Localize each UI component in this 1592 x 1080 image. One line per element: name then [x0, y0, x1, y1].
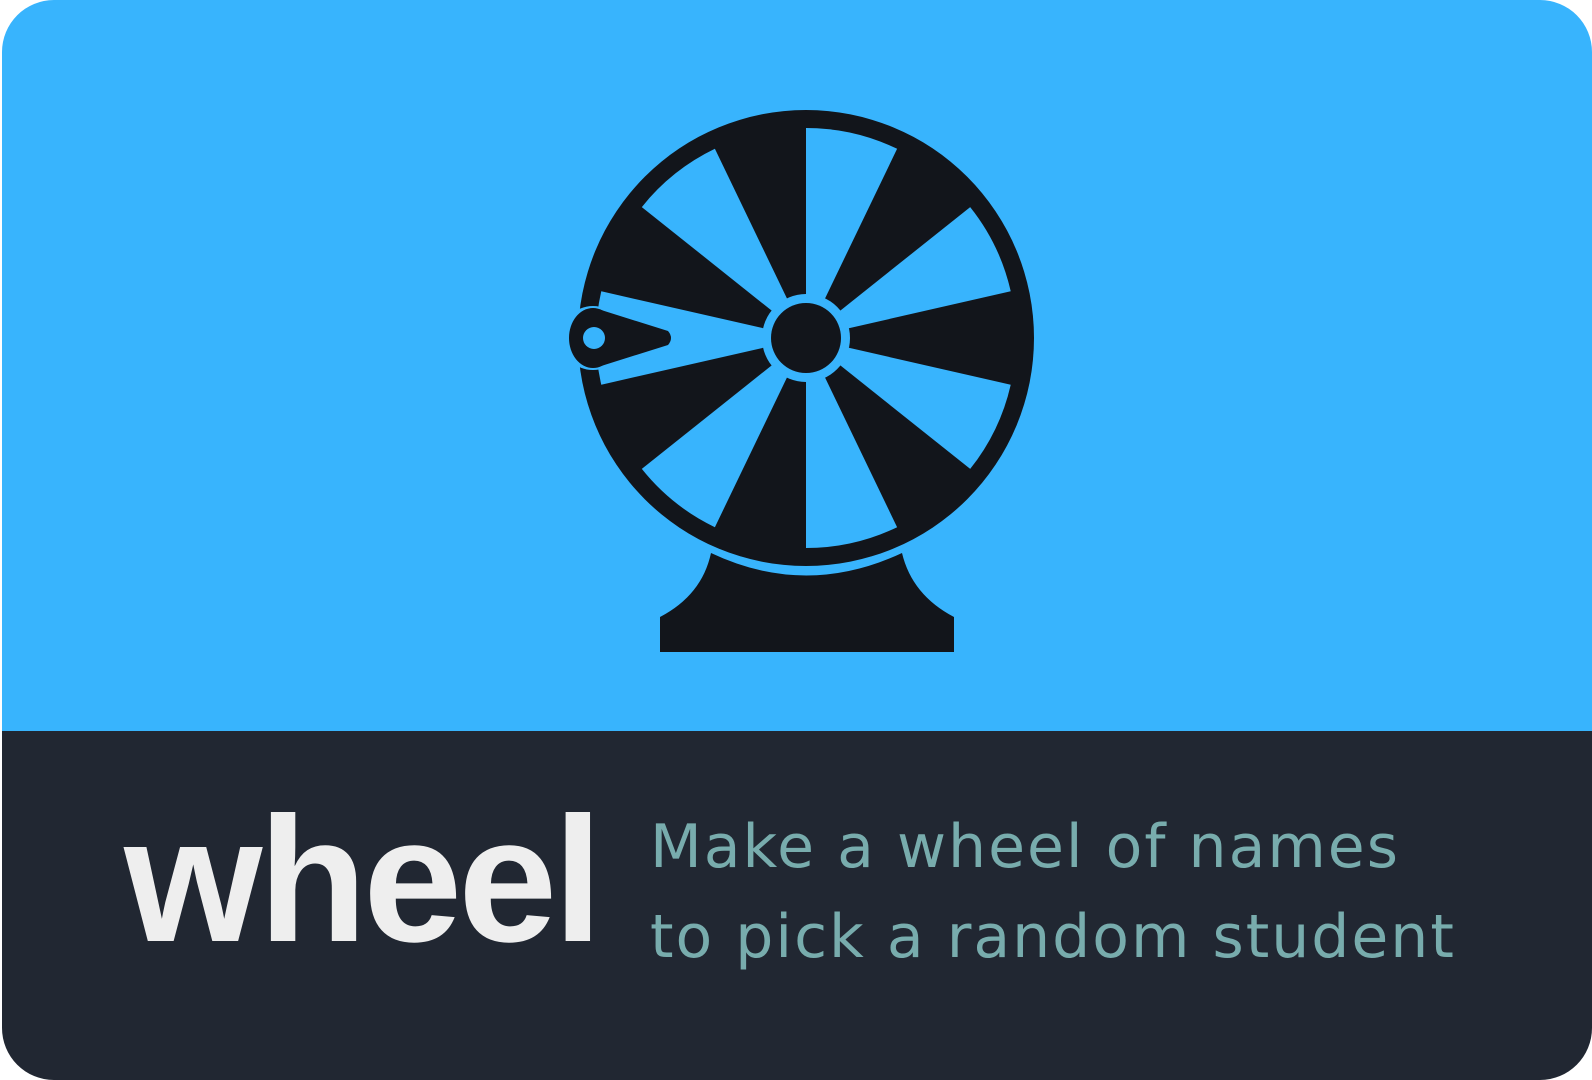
tagline-line-2: to pick a random student [650, 902, 1456, 972]
tagline-line-1: Make a wheel of names [650, 812, 1400, 882]
hero-banner [2, 0, 1592, 731]
brand-tagline: Make a wheel of names to pick a random s… [650, 802, 1550, 982]
prize-wheel-icon [561, 110, 1034, 652]
logo-card: wheel Make a wheel of names to pick a ra… [2, 0, 1592, 1080]
brand-title: wheel [124, 780, 603, 979]
